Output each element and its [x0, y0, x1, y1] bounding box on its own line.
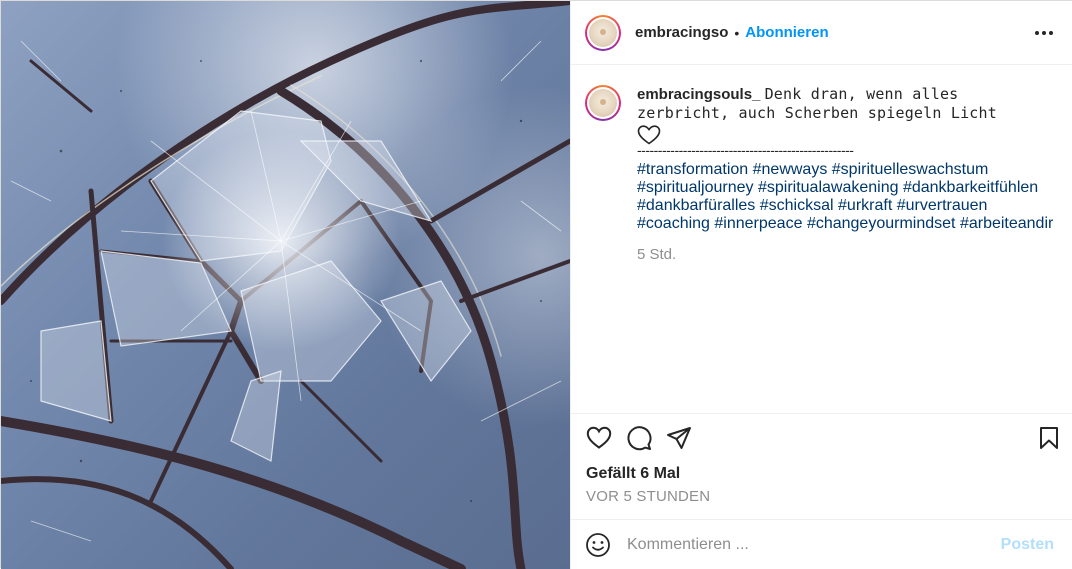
- instagram-post: embracingso • Abonnieren embracingsouls_…: [0, 0, 1072, 569]
- action-icons: [585, 424, 1060, 452]
- avatar-ring: [587, 87, 619, 119]
- post-actions: Gefällt 6 Mal VOR 5 STUNDEN: [571, 413, 1072, 519]
- caption-username[interactable]: embracingsouls_: [637, 86, 760, 103]
- caption: embracingsouls_ Denk dran, wenn alles ze…: [585, 85, 1060, 263]
- hashtag[interactable]: #spiritualjourney: [637, 179, 754, 196]
- author-username[interactable]: embracingso: [635, 24, 728, 41]
- post-sidebar: embracingso • Abonnieren embracingsouls_…: [570, 1, 1072, 569]
- comment-form: Posten: [571, 519, 1072, 569]
- hashtag[interactable]: #innerpeace: [714, 215, 802, 232]
- heart-icon[interactable]: [585, 424, 613, 452]
- post-header: embracingso • Abonnieren: [571, 1, 1072, 65]
- post-timestamp[interactable]: VOR 5 STUNDEN: [586, 488, 710, 505]
- hashtag[interactable]: #spiritualawakening: [758, 179, 899, 196]
- hashtag[interactable]: #arbeiteandir: [960, 215, 1053, 232]
- caption-text: embracingsouls_ Denk dran, wenn alles ze…: [637, 85, 1057, 123]
- hashtag[interactable]: #schicksal: [760, 197, 834, 214]
- avatar-image: [589, 89, 617, 117]
- hashtag[interactable]: #dankbarkeitfühlen: [903, 179, 1038, 196]
- profile-avatar[interactable]: [585, 14, 621, 51]
- hashtag[interactable]: #changeyourmindset: [807, 215, 956, 232]
- caption-body: embracingsouls_ Denk dran, wenn alles ze…: [637, 85, 1057, 263]
- comment-input[interactable]: [627, 535, 987, 554]
- follow-button[interactable]: Abonnieren: [745, 24, 828, 41]
- hashtag[interactable]: #spirituelleswachstum: [832, 161, 989, 178]
- comment-icon[interactable]: [625, 424, 653, 452]
- avatar-image: [589, 18, 617, 47]
- hashtag[interactable]: #newways: [753, 161, 828, 178]
- hashtags: #transformation #newways #spirituelleswa…: [637, 161, 1057, 233]
- shattered-glass-photo: [1, 1, 570, 569]
- likes-count[interactable]: Gefällt 6 Mal: [586, 465, 680, 483]
- smiley-icon[interactable]: [585, 532, 611, 558]
- bookmark-icon[interactable]: [1035, 424, 1063, 452]
- hashtag[interactable]: #transformation: [637, 161, 748, 178]
- hashtag[interactable]: #urkraft: [838, 197, 892, 214]
- share-icon[interactable]: [665, 424, 693, 452]
- post-comment-button[interactable]: Posten: [1001, 536, 1054, 554]
- more-options-icon[interactable]: [1034, 23, 1054, 43]
- caption-time[interactable]: 5 Std.: [637, 246, 1057, 263]
- caption-divider: ----------------------------------------…: [637, 143, 854, 157]
- comments-section: embracingsouls_ Denk dran, wenn alles ze…: [571, 65, 1072, 413]
- post-image[interactable]: [1, 1, 570, 569]
- hashtag[interactable]: #dankbarfüralles: [637, 197, 755, 214]
- separator-dot: •: [734, 24, 740, 41]
- outline-heart-emoji-icon: [637, 125, 1057, 145]
- caption-avatar[interactable]: [585, 85, 621, 121]
- hashtag[interactable]: #urvertrauen: [897, 197, 988, 214]
- avatar-ring: [587, 16, 619, 49]
- hashtag[interactable]: #coaching: [637, 215, 710, 232]
